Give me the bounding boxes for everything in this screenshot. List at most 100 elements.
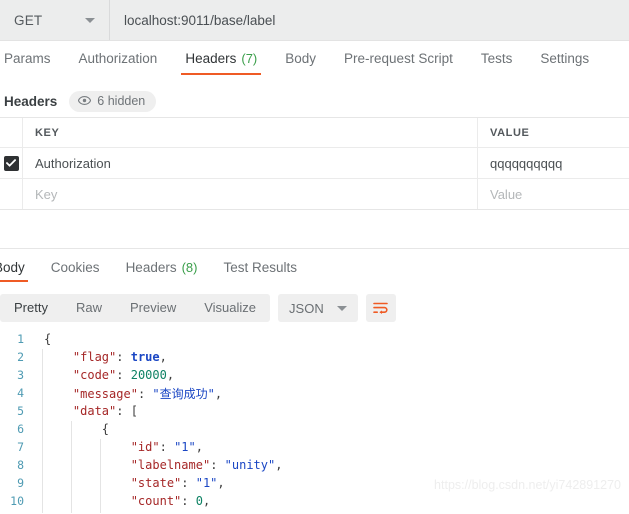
table-row-empty: Key Value [0, 179, 629, 209]
indent-guide [42, 439, 43, 459]
json-token: , [195, 440, 203, 454]
json-line: 10 "count": 0, [0, 492, 629, 513]
indent-guide [71, 439, 72, 459]
response-tab-test-results-label: Test Results [223, 259, 298, 275]
json-token: : [116, 368, 131, 382]
json-token: "count" [130, 494, 182, 508]
indent-guide [42, 457, 43, 477]
new-row-enable-cell [0, 179, 23, 209]
response-body-json-viewer[interactable]: 1{2 "flag": true, 3 "code": 20000, 4 "mess… [0, 330, 629, 514]
check-icon [6, 159, 16, 167]
json-token: "id" [130, 440, 160, 454]
response-tab-headers[interactable]: Headers (8) [113, 252, 211, 282]
row-key-input[interactable]: Authorization [23, 148, 478, 178]
row-key-text: Authorization [35, 155, 111, 171]
response-section-divider [0, 248, 629, 249]
tab-headers-count: (7) [241, 50, 258, 66]
headers-section-title: Headers [4, 93, 58, 109]
json-line: 9 "state": "1", [0, 474, 629, 495]
column-header-key: KEY [23, 118, 478, 147]
response-view-group: Pretty Raw Preview Visualize [0, 294, 271, 322]
indent-guide [71, 457, 72, 477]
json-token: 20000 [130, 368, 167, 382]
json-line-code: "data": [ [34, 403, 138, 423]
json-line-code: "state": "1", [34, 475, 225, 495]
tab-headers[interactable]: Headers (7) [171, 41, 271, 75]
json-line: 4 "message": "查询成功", [0, 383, 629, 404]
json-token: : [137, 386, 153, 401]
tab-settings[interactable]: Settings [526, 41, 603, 75]
request-tab-bar: Params Authorization Headers (7) Body Pr… [0, 41, 629, 77]
tab-authorization[interactable]: Authorization [65, 41, 172, 75]
request-url-bar: GET localhost:9011/base/label [0, 0, 629, 41]
tab-body[interactable]: Body [271, 41, 330, 75]
tab-body-label: Body [285, 50, 317, 66]
new-row-value-input[interactable]: Value [478, 179, 629, 209]
view-preview-button[interactable]: Preview [116, 294, 190, 322]
eye-icon [78, 96, 92, 105]
headers-section-bar: Headers 6 hidden [0, 86, 629, 116]
json-line-number: 10 [10, 494, 24, 508]
row-value-input[interactable]: qqqqqqqqqq [478, 148, 629, 178]
json-token: , [159, 350, 167, 364]
new-row-key-placeholder: Key [35, 186, 58, 202]
response-tab-body[interactable]: Body [0, 252, 38, 282]
tab-params-label: Params [4, 50, 51, 66]
response-tab-headers-label: Headers [125, 259, 177, 275]
chevron-down-icon [85, 17, 95, 23]
indent-guide [100, 439, 101, 459]
response-tab-cookies-label: Cookies [50, 259, 100, 275]
indent-guide [71, 421, 72, 441]
json-token: : [210, 458, 225, 472]
row-enable-checkbox[interactable] [3, 155, 19, 171]
view-visualize-button[interactable]: Visualize [190, 294, 270, 322]
new-row-value-placeholder: Value [490, 186, 523, 202]
json-token: "flag" [72, 350, 117, 364]
tab-pre-request-script[interactable]: Pre-request Script [330, 41, 467, 75]
json-token: , [275, 458, 283, 472]
view-pretty-button[interactable]: Pretty [0, 294, 62, 322]
url-input[interactable]: localhost:9011/base/label [110, 0, 629, 40]
json-token: "data" [72, 404, 117, 418]
tab-params[interactable]: Params [0, 41, 65, 75]
table-row: Authorization qqqqqqqqqq [0, 148, 629, 179]
json-token: "查询成功" [152, 386, 215, 401]
json-token: { [101, 422, 110, 436]
row-enable-cell [0, 148, 23, 178]
response-tab-bar: Body Cookies Headers (8) Test Results [0, 252, 629, 284]
json-token: , [214, 386, 223, 401]
json-line: 5 "data": [ [0, 402, 629, 423]
http-method-select[interactable]: GET [0, 0, 110, 40]
response-tab-test-results[interactable]: Test Results [210, 252, 310, 282]
tab-headers-label: Headers [185, 50, 237, 66]
column-header-value: VALUE [478, 118, 629, 147]
json-line-code: "message": "查询成功", [34, 383, 223, 404]
json-token: : [181, 494, 196, 508]
response-language-select[interactable]: JSON [278, 294, 358, 322]
response-format-toolbar: Pretty Raw Preview Visualize JSON [0, 292, 629, 324]
json-line: 1{ [0, 330, 629, 348]
column-header-key-label: KEY [35, 126, 60, 139]
tab-tests[interactable]: Tests [467, 41, 527, 75]
header-row-check-column [0, 118, 23, 147]
json-line-number: 1 [17, 332, 24, 346]
response-tab-cookies[interactable]: Cookies [38, 252, 113, 282]
response-tab-headers-count: (8) [181, 259, 198, 275]
json-token: , [202, 494, 211, 508]
hidden-headers-label: 6 hidden [97, 93, 146, 108]
json-line-code: "flag": true, [34, 349, 167, 369]
word-wrap-button[interactable] [365, 294, 396, 322]
response-language-label: JSON [289, 300, 324, 316]
http-method-label: GET [14, 12, 43, 28]
json-token: "message" [72, 386, 138, 401]
json-token: , [217, 476, 225, 490]
url-text: localhost:9011/base/label [124, 12, 276, 28]
json-line-number: 5 [17, 404, 24, 418]
tab-pre-request-script-label: Pre-request Script [344, 50, 453, 66]
json-line-code: "count": 0, [34, 493, 211, 513]
new-row-key-input[interactable]: Key [23, 179, 478, 209]
json-token: true [130, 350, 160, 364]
json-token: : [116, 350, 131, 364]
hidden-headers-toggle[interactable]: 6 hidden [69, 90, 157, 112]
view-raw-button[interactable]: Raw [62, 294, 116, 322]
